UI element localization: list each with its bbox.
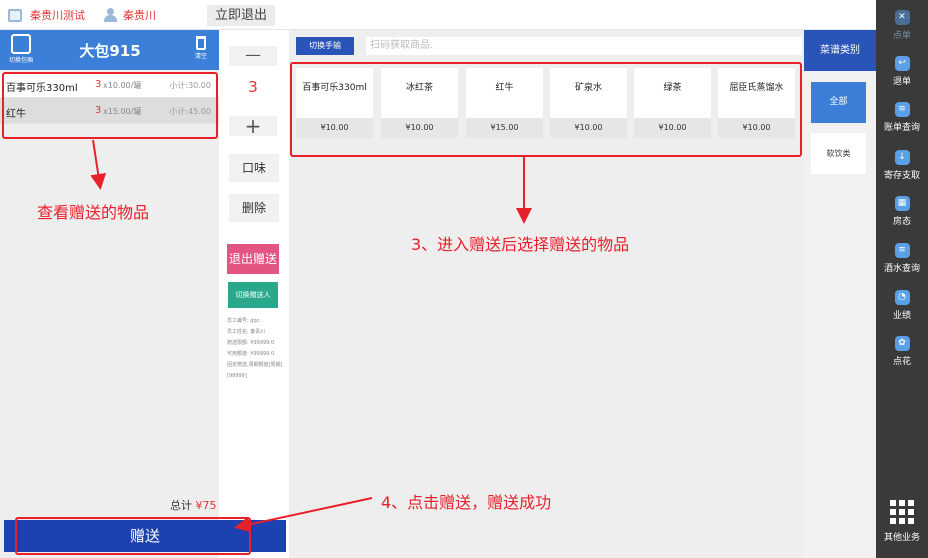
switch-gifter-button[interactable]: 切换赠送人 <box>228 282 278 308</box>
category-header: 菜谱类别 <box>804 30 876 71</box>
category-soft-drinks-button[interactable]: 软饮类 <box>811 133 866 174</box>
delete-button[interactable]: 删除 <box>229 194 279 222</box>
annotation-view-gift: 查看赠送的物品 <box>37 203 150 222</box>
flavor-button[interactable]: 口味 <box>229 154 279 182</box>
quantity-display: 3 <box>248 78 258 96</box>
store-info: 秦贵川测试 <box>8 7 85 23</box>
sidebar-item-bill-query[interactable]: ≡ 账单查询 <box>876 102 928 133</box>
sidebar-item-label: 寄存支取 <box>883 171 920 181</box>
sidebar-item-drink-query[interactable]: ≡ 酒水查询 <box>876 243 928 274</box>
clear-label: 清空 <box>194 53 207 60</box>
scan-input[interactable]: 扫码获取商品. <box>366 37 802 55</box>
sidebar-item-label: 酒水查询 <box>883 264 920 274</box>
chart-icon: ◔ <box>894 290 910 305</box>
switch-room-label: 切换包厢 <box>8 57 33 64</box>
exit-now-button[interactable]: 立即退出 <box>207 5 275 26</box>
highlight-order-list <box>2 72 218 139</box>
sidebar-item-performance[interactable]: ◔ 业绩 <box>876 290 928 321</box>
bill-icon: ≡ <box>894 102 910 117</box>
clear-button[interactable]: 清空 <box>190 36 212 60</box>
switch-room-button[interactable]: 切换包厢 <box>8 34 34 64</box>
switch-input-button[interactable]: 切换手输 <box>296 37 354 55</box>
trash-icon <box>196 36 206 50</box>
sidebar-item-flower[interactable]: ✿ 点花 <box>876 336 928 367</box>
sidebar-item-return[interactable]: ↩ 退单 <box>876 56 928 87</box>
other-business-button[interactable]: 其他业务 <box>876 500 928 543</box>
sidebar-item-label: 房态 <box>892 217 911 227</box>
drink-icon: ≡ <box>894 243 910 258</box>
sidebar-item-room-status[interactable]: ▦ 房态 <box>876 196 928 227</box>
sidebar-item-label: 点单 <box>892 31 911 41</box>
top-bar: 秦贵川测试 秦贵川 立即退出 <box>0 0 876 30</box>
info-line: 赠送限额: ¥99999.0 <box>227 340 275 346</box>
sidebar-item-label: 退单 <box>892 77 911 87</box>
minus-button[interactable]: — <box>229 46 277 66</box>
info-line: 员工编号: qqc <box>227 318 260 324</box>
total-label: 总计 <box>170 499 192 512</box>
item-controls: — 3 + 口味 删除 退出赠送 切换赠送人 员工编号: qqc 员工姓名: 秦… <box>219 30 289 558</box>
plus-button[interactable]: + <box>229 116 277 136</box>
total-value: ¥75 <box>195 499 217 512</box>
other-business-label: 其他业务 <box>883 533 920 543</box>
right-sidebar: ✕ 点单 ↩ 退单 ≡ 账单查询 ↓ 寄存支取 ▦ 房态 ≡ 酒水查询 ◔ 业绩… <box>876 0 928 558</box>
exit-gift-button[interactable]: 退出赠送 <box>227 244 279 274</box>
room-header: 切换包厢 大包915 清空 <box>0 30 219 70</box>
sidebar-item-storage[interactable]: ↓ 寄存支取 <box>876 150 928 181</box>
store-name: 秦贵川测试 <box>30 9 85 22</box>
gift-screen: 秦贵川测试 秦贵川 立即退出 切换包厢 大包915 清空 百事可乐330ml 3… <box>0 0 928 558</box>
category-panel: 菜谱类别 全部 软饮类 <box>804 30 876 558</box>
gifter-info: 员工编号: qqc 员工姓名: 秦贵川 赠送限额: ¥99999.0 可用额度:… <box>227 316 287 382</box>
info-line: 员工姓名: 秦贵川 <box>227 329 266 335</box>
highlight-gift-button <box>15 517 251 555</box>
store-icon <box>8 8 22 22</box>
grid-icon <box>890 500 914 524</box>
info-line: 可用额度: ¥99999.0 <box>227 351 275 357</box>
sidebar-item-label: 业绩 <box>892 311 911 321</box>
switch-room-icon <box>11 34 31 54</box>
annotation-select-items: 3、进入赠送后选择赠送的物品 <box>411 235 630 254</box>
highlight-products <box>290 62 802 157</box>
sidebar-item-label: 账单查询 <box>883 123 920 133</box>
sidebar-item-label: 点花 <box>892 357 911 367</box>
flower-icon: ✿ <box>894 336 910 351</box>
user-icon <box>104 8 117 22</box>
room-icon: ▦ <box>894 196 910 211</box>
sidebar-item-order[interactable]: ✕ 点单 <box>876 10 928 41</box>
order-total: 总计 ¥75 <box>170 497 217 513</box>
fork-icon: ✕ <box>894 10 910 25</box>
return-icon: ↩ <box>894 56 910 71</box>
annotation-click-gift: 4、点击赠送，赠送成功 <box>381 493 552 512</box>
scan-bar: 切换手输 扫码获取商品. <box>296 37 802 55</box>
category-all-button[interactable]: 全部 <box>811 82 866 123</box>
user-info: 秦贵川 <box>104 7 156 23</box>
storage-icon: ↓ <box>894 150 910 165</box>
user-name: 秦贵川 <box>123 9 156 22</box>
info-line: 固定赠送,周期额度[周期][99999] <box>227 362 283 379</box>
room-title: 大包915 <box>79 42 141 60</box>
